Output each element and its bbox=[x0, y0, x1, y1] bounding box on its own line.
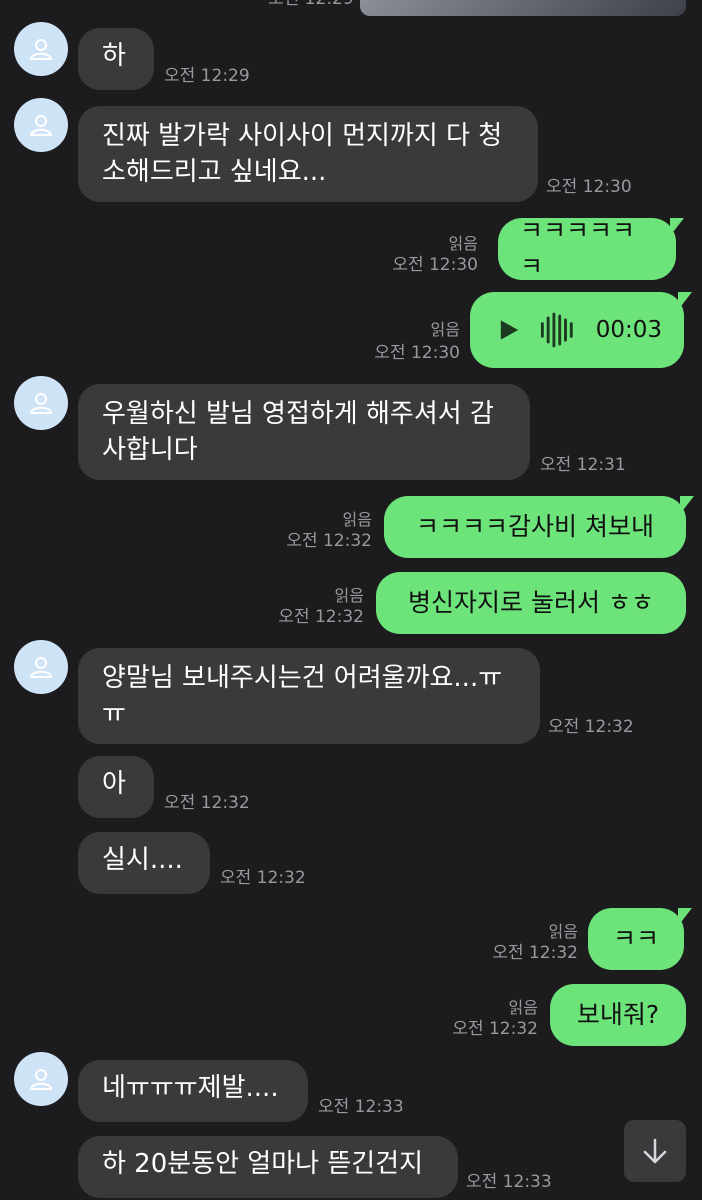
timestamp: 오전 12:33 bbox=[318, 1097, 404, 1117]
message-text-line: 소해드리고 싶네요... bbox=[102, 157, 327, 187]
voice-duration: 00:03 bbox=[595, 317, 662, 343]
message-bubble[interactable]: 우월하신 발님 영접하게 해주셔서 감 사합니다 bbox=[78, 384, 530, 480]
timestamp: 오전 12:32 bbox=[278, 607, 364, 627]
timestamp: 오전 12:30 bbox=[374, 343, 460, 363]
message-bubble[interactable]: 하 20분동안 얼마나 뜯긴건지 bbox=[78, 1136, 458, 1198]
message-text-line: 우월하신 발님 영접하게 해주셔서 감 bbox=[102, 399, 494, 429]
timestamp: 오전 12:30 bbox=[546, 177, 632, 197]
waveform-icon bbox=[540, 312, 573, 348]
timestamp: 오전 12:29 bbox=[164, 66, 250, 86]
read-receipt: 읽음 bbox=[342, 510, 372, 529]
timestamp: 오전 12:32 bbox=[220, 868, 306, 888]
arrow-down-icon bbox=[643, 1138, 667, 1164]
read-receipt: 읽음 bbox=[334, 586, 364, 605]
message-text-line: 사합니다 bbox=[102, 435, 198, 465]
partial-image-thumbnail[interactable] bbox=[360, 0, 686, 16]
message-bubble[interactable]: 보내줘? bbox=[550, 984, 686, 1046]
person-icon bbox=[29, 115, 53, 136]
timestamp: 오전 12:32 bbox=[164, 793, 250, 813]
avatar[interactable] bbox=[14, 98, 68, 152]
message-text: 실시.... bbox=[102, 845, 183, 875]
message-text: 보내줘? bbox=[576, 1000, 660, 1029]
avatar[interactable] bbox=[14, 1052, 68, 1106]
timestamp: 오전 12:31 bbox=[540, 455, 626, 475]
message-text-line: ㅠ bbox=[102, 699, 126, 729]
avatar[interactable] bbox=[14, 640, 68, 694]
message-bubble[interactable]: 병신자지로 눌러서 ㅎㅎ bbox=[376, 572, 686, 634]
read-receipt: 읽음 bbox=[548, 922, 578, 941]
message-text: 하 bbox=[102, 41, 126, 71]
avatar[interactable] bbox=[14, 376, 68, 430]
timestamp: 오전 12:32 bbox=[452, 1019, 538, 1039]
read-receipt: 읽음 bbox=[508, 998, 538, 1017]
message-text: 아 bbox=[102, 769, 126, 799]
message-bubble[interactable]: ㅋㅋㅋㅋ감사비 쳐보내 bbox=[384, 496, 694, 558]
message-bubble[interactable]: 네ㅠㅠㅠ제발.... bbox=[78, 1060, 308, 1122]
person-icon bbox=[29, 39, 53, 60]
timestamp: 오전 12:33 bbox=[466, 1172, 552, 1192]
message-bubble[interactable]: 양말님 보내주시는건 어려울까요...ㅠ ㅠ bbox=[78, 648, 540, 744]
message-bubble[interactable]: 실시.... bbox=[78, 832, 210, 894]
person-icon bbox=[29, 393, 53, 414]
message-text-line: 진짜 발가락 사이사이 먼지까지 다 청 bbox=[102, 121, 503, 151]
message-text: ㅋㅋ bbox=[612, 924, 659, 953]
timestamp: 오전 12:32 bbox=[492, 943, 578, 963]
message-bubble[interactable]: 하 bbox=[78, 28, 154, 90]
message-text-line: 양말님 보내주시는건 어려울까요...ㅠ bbox=[102, 663, 503, 693]
avatar[interactable] bbox=[14, 22, 68, 76]
message-bubble[interactable]: 진짜 발가락 사이사이 먼지까지 다 청 소해드리고 싶네요... bbox=[78, 106, 538, 202]
message-text: 하 20분동안 얼마나 뜯긴건지 bbox=[102, 1149, 423, 1179]
message-bubble[interactable]: ㅋㅋ bbox=[588, 908, 692, 970]
message-text: 네ㅠㅠㅠ제발.... bbox=[102, 1073, 279, 1103]
message-text: 병신자지로 눌러서 ㅎㅎ bbox=[408, 588, 654, 617]
read-receipt: 읽음 bbox=[448, 234, 478, 253]
message-bubble[interactable]: ㅋㅋㅋㅋㅋㅋ bbox=[498, 216, 684, 281]
voice-message-bubble[interactable]: 00:03 bbox=[470, 292, 692, 368]
message-bubble[interactable]: 아 bbox=[78, 756, 154, 818]
partial-timestamp: 오전 12:29 bbox=[268, 0, 354, 10]
timestamp: 오전 12:32 bbox=[286, 531, 372, 551]
read-receipt: 읽음 bbox=[430, 320, 460, 339]
message-text: ㅋㅋㅋㅋㅋㅋ bbox=[520, 216, 636, 281]
scroll-to-bottom-button[interactable] bbox=[624, 1120, 686, 1182]
person-icon bbox=[29, 657, 53, 678]
timestamp: 오전 12:30 bbox=[392, 255, 478, 275]
message-text: ㅋㅋㅋㅋ감사비 쳐보내 bbox=[416, 512, 654, 541]
play-icon[interactable] bbox=[496, 317, 521, 343]
timestamp: 오전 12:32 bbox=[548, 717, 634, 737]
person-icon bbox=[29, 1069, 53, 1090]
